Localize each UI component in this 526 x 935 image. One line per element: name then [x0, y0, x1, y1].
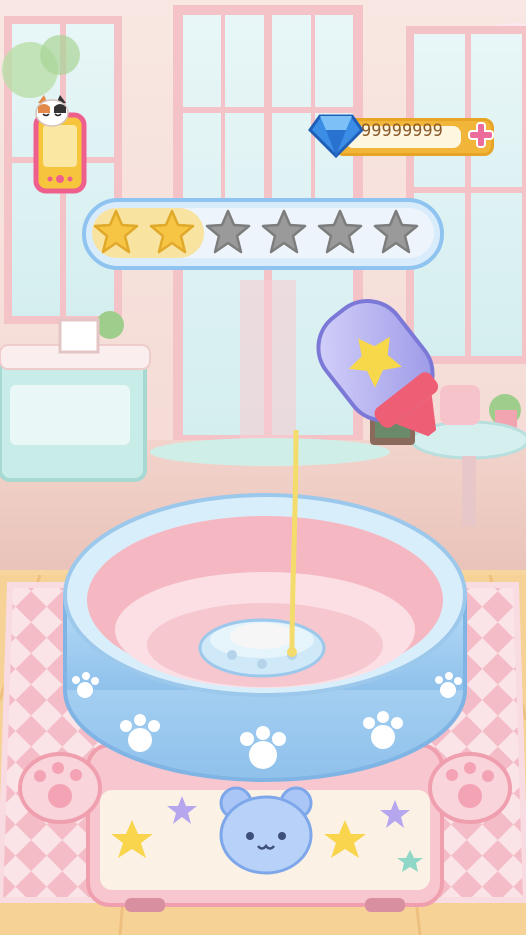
syrup-bottle-icon[interactable] — [290, 285, 450, 445]
gem-count: 99999999 — [361, 121, 443, 141]
star-empty-icon — [317, 209, 363, 254]
star-empty-icon — [261, 209, 307, 254]
bear-face-icon — [219, 786, 313, 875]
phone-button[interactable] — [30, 95, 90, 195]
star-filled-icon — [149, 209, 195, 254]
star-filled-icon — [93, 209, 139, 254]
star-progress — [82, 198, 444, 270]
star-empty-icon — [373, 209, 419, 254]
diamond-icon — [308, 114, 364, 159]
cat-icon — [35, 95, 69, 127]
star-empty-icon — [205, 209, 251, 254]
